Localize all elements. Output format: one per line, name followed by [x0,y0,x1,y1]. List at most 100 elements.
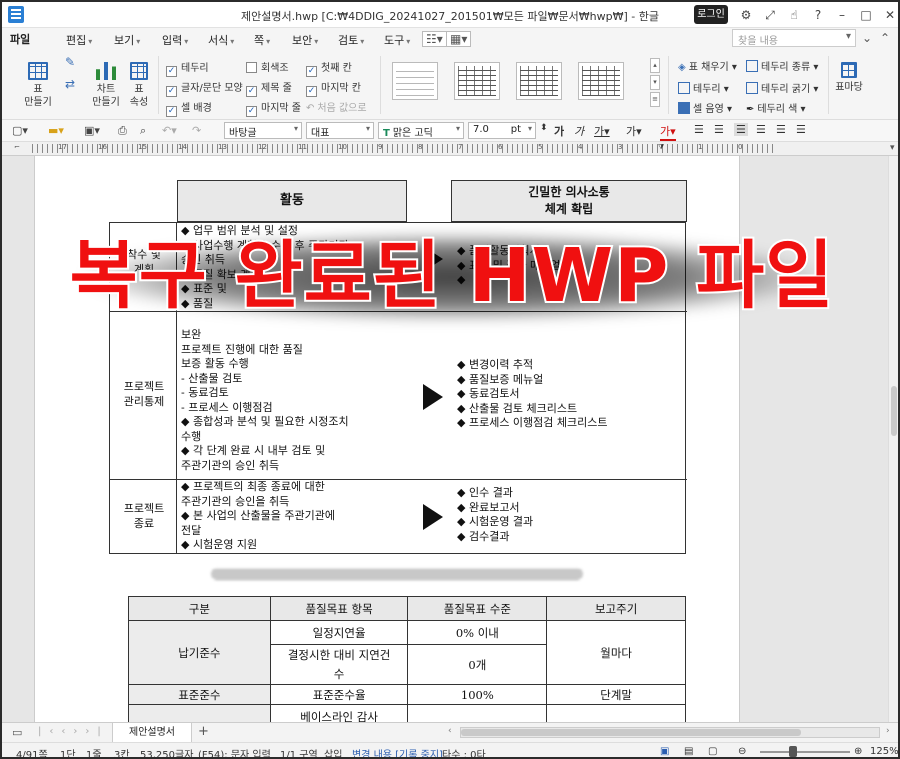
zoom-in-icon[interactable]: ⊕ [854,746,862,757]
check-first-col[interactable]: ✓ 첫째 칸 [306,59,352,77]
status-track-changes[interactable]: 변경 내용 [기록 중지] [352,746,443,757]
italic-button[interactable]: 가 [574,123,584,139]
check-char-para[interactable]: ✓ 글자/문단 모양 [166,79,243,97]
save-icon[interactable]: ▣▾ [84,124,100,137]
fill-table-button[interactable]: ◈ 표 채우기 ▾ [678,58,737,73]
row1-outputs: ◆ 품질활동계획서 ◆ 표준 및 절차 매뉴얼 ◆ [457,244,561,286]
table-properties-icon [130,62,148,80]
table-frame-icon [841,62,857,78]
vertical-scrollbar[interactable] [888,156,898,722]
table-frame-button[interactable]: 표마당 [832,62,866,94]
menu-view[interactable]: 보기 ▾ [114,32,140,48]
border-color-button[interactable]: ✒ 테두리 색 ▾ [746,100,806,115]
border-button[interactable]: 테두리 ▾ [678,80,729,95]
menu-security[interactable]: 보안 ▾ [292,32,318,48]
tab-list-icon[interactable]: ▭ [12,726,22,739]
table-properties-button[interactable]: 표 속성 [126,62,152,109]
check-border[interactable]: ✓ 테두리 [166,59,209,77]
maximize-icon[interactable]: □ [856,5,876,25]
menu-file[interactable]: 파일 [10,31,30,47]
font-type-icon: T [383,128,390,139]
menu-edit[interactable]: 편집 ▾ [66,32,92,48]
row2-bullets: 보완 프로젝트 진행에 대한 품질 보증 활동 수행 - 산출물 검토 - 동료… [181,328,349,472]
language-select[interactable]: 대표 ▾ [306,122,374,139]
fullscreen-icon[interactable]: ⤢ [760,5,780,25]
bold-button[interactable]: 가 [554,123,564,139]
font-color-button[interactable]: 가▾ [660,123,676,141]
search-down-icon[interactable]: ⌄ [862,31,872,45]
font-select[interactable]: T 맑은 고딕 ▾ [378,122,464,139]
table-style-plain[interactable] [392,62,438,100]
status-insert[interactable]: 삽입 [324,746,342,757]
table-create-button[interactable]: 표 만들기 [20,62,56,109]
document-area[interactable]: 활동 긴밀한 의사소통 체계 확립 착수 및 계획 ◆ 업무 범위 분석 및 설정 … [2,156,888,729]
zoom-out-icon[interactable]: ⊖ [738,746,746,757]
table-style-scroll[interactable]: ▴ ▾ ≡ [650,58,660,108]
scroll-left-icon[interactable]: ‹ [448,726,452,736]
ribbon-collapse-icon[interactable]: ⌃ [880,31,890,45]
table-convert-icon[interactable]: ⇄ [60,78,80,91]
check-last-col[interactable]: ✓ 마지막 칸 [306,79,361,97]
table-cell: 100% [407,684,548,705]
tab-nav-icons[interactable]: |‹‹››| [38,726,109,737]
check-cell-bg[interactable]: ✓ 셀 배경 [166,99,212,117]
new-doc-icon[interactable]: ▢▾ [12,124,28,137]
close-icon[interactable]: ✕ [880,5,898,25]
check-grayscale[interactable]: 회색조 [246,59,289,74]
zoom-slider[interactable] [760,751,850,753]
print-icon[interactable]: ⎙ [118,124,127,138]
view-web-icon[interactable]: ▤ [684,746,693,757]
underline-button[interactable]: 가▾ [594,123,610,139]
table-style-2[interactable] [516,62,562,100]
size-stepper-icon[interactable]: ⬍ [540,123,548,133]
minimize-icon[interactable]: – [832,5,852,25]
reset-defaults-button[interactable]: ↶ 처음 값으로 [306,99,367,114]
scroll-right-icon[interactable]: › [886,726,890,736]
menu-insert[interactable]: 입력 ▾ [162,32,188,48]
border-type-button[interactable]: 테두리 종류 ▾ [746,58,818,73]
table-style-3[interactable] [578,62,624,100]
style-select[interactable]: 바탕글 ▾ [224,122,302,139]
font-size-input[interactable]: 7.0 pt ▾ [468,122,536,139]
add-tab-button[interactable]: + [198,724,209,739]
check-last-row[interactable]: ✓ 마지막 줄 [246,99,301,117]
align-justify-icon[interactable]: ☰ [694,123,704,136]
check-header-row[interactable]: ✓ 제목 줄 [246,79,292,97]
strike-button[interactable]: 가▾ [626,123,642,139]
align-center-icon[interactable]: ☰ [734,123,748,136]
horizontal-ruler[interactable]: ⌐ 17 16 15 14 13 12 11 10 9 8 7 6 5 4 3 … [2,142,898,156]
tab-document[interactable]: 제안설명서 [112,723,192,743]
help-icon[interactable]: ? [808,5,828,25]
zoom-level[interactable]: 125% [870,746,898,757]
zoom-slider-handle[interactable] [789,746,797,757]
search-input[interactable]: 찾을 내용 ▾ [732,29,856,47]
table-cell: 결정시한 대비 지연건수 [269,644,409,685]
login-button[interactable]: 로그인 [694,5,728,24]
menu-tools[interactable]: 도구 ▾ [384,32,410,48]
table-cell: 단계말 [546,684,686,705]
view-outline-icon[interactable]: ▢ [708,746,717,757]
align-distribute-icon[interactable]: ☰ [776,123,786,136]
table-style-1[interactable] [454,62,500,100]
undo-icon[interactable]: ↶▾ [162,124,177,137]
open-folder-icon[interactable]: ▬▾ [48,124,64,137]
menu-format[interactable]: 서식 ▾ [208,32,234,48]
settings-icon[interactable]: ⚙ [736,5,756,25]
border-width-button[interactable]: 테두리 굵기 ▾ [746,80,818,95]
redo-icon[interactable]: ↷ [192,124,201,137]
cell-shade-button[interactable]: 셀 음영 ▾ [678,100,732,115]
document-page[interactable]: 활동 긴밀한 의사소통 체계 확립 착수 및 계획 ◆ 업무 범위 분석 및 설정 … [34,156,740,729]
horizontal-scrollbar[interactable] [460,727,880,738]
print-preview-icon[interactable]: ⌕ [140,124,146,138]
menu-page[interactable]: 쪽 ▾ [254,32,270,48]
table-edit-icon[interactable]: ✎ [60,56,80,69]
align-right-icon[interactable]: ☰ [756,123,766,136]
table-layout-tab-icon[interactable]: ▦▾ [446,31,472,47]
align-split-icon[interactable]: ☰ [796,123,806,136]
table-design-tab-icon[interactable]: ☷▾ [422,31,447,47]
view-page-icon[interactable]: ▣ [660,746,669,757]
menu-review[interactable]: 검토 ▾ [338,32,364,48]
chart-create-button[interactable]: 차트 만들기 [88,62,124,109]
touch-mode-icon[interactable]: ☝ [784,5,804,25]
align-left-icon[interactable]: ☰ [714,123,724,136]
